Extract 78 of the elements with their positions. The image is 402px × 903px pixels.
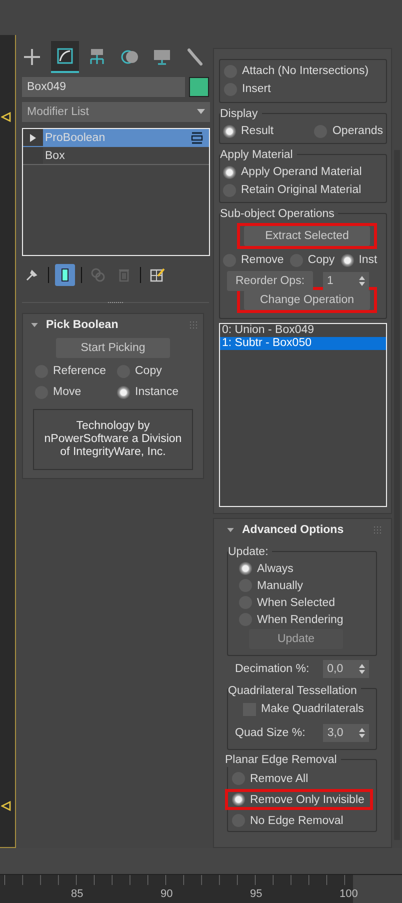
stack-item[interactable]: Box — [23, 147, 209, 165]
field-label: Decimation %: — [235, 663, 310, 675]
radio-button[interactable] — [223, 166, 236, 178]
tick-label: 85 — [71, 888, 84, 900]
curve-frame-icon — [54, 46, 75, 66]
splitter-grip-icon[interactable] — [108, 301, 124, 304]
spinner-field[interactable]: 1 — [323, 272, 369, 290]
group-title: Planar Edge Removal — [225, 753, 341, 767]
radio-label: Operands — [332, 125, 383, 137]
radio-label: Apply Operand Material — [241, 166, 362, 178]
radio-label: Copy — [135, 365, 162, 377]
spinner-field[interactable]: 0,0 — [323, 660, 370, 678]
radio-label: Insert — [242, 83, 271, 95]
radio-label: Always — [257, 562, 294, 574]
pin-icon — [24, 267, 40, 283]
radio-button[interactable] — [117, 386, 130, 398]
radio-label: Instance — [135, 386, 178, 398]
radio-button[interactable] — [340, 254, 354, 266]
drag-grip-icon[interactable] — [373, 526, 381, 534]
operand-item[interactable]: 0: Union - Box049 — [220, 324, 386, 337]
object-color-swatch[interactable] — [189, 77, 209, 97]
start-picking-button[interactable]: Start Picking — [56, 338, 170, 358]
object-name-field[interactable]: Box049 — [22, 77, 185, 97]
extract-selected-button[interactable]: Extract Selected — [244, 226, 370, 246]
tick-label: 95 — [250, 888, 264, 900]
radio-label: When Selected — [257, 596, 335, 608]
field-label: Quad Size %: — [235, 727, 306, 739]
group-title: Apply Material — [220, 148, 297, 162]
group-title: Sub-object Operations — [220, 207, 338, 221]
collapse-arrow-icon[interactable] — [31, 322, 38, 328]
caret-icon — [197, 109, 205, 115]
radio-label: Move — [53, 386, 82, 398]
radio-button[interactable] — [232, 793, 245, 806]
radio-label: Result — [241, 125, 274, 137]
radio-label: Remove Only Invisible — [250, 794, 364, 806]
radio-label: When Rendering — [257, 614, 344, 626]
trash-icon — [116, 267, 132, 283]
stack-modifier-icon — [191, 132, 203, 144]
modifier-list-dropdown[interactable]: Modifier List — [22, 102, 210, 122]
radio-label: Manually — [257, 580, 304, 592]
spinner-arrows-icon[interactable] — [359, 728, 366, 738]
radio-label: Reference — [53, 365, 106, 377]
drag-grip-icon[interactable] — [189, 321, 197, 329]
radio-label: Attach (No Intersections) — [242, 65, 369, 77]
spinner-field[interactable]: 3,0 — [323, 724, 370, 742]
stack-tool-button[interactable] — [55, 264, 75, 286]
plus-icon — [22, 47, 42, 67]
monitor-icon — [152, 47, 172, 67]
radio-label: Copy — [308, 254, 335, 266]
radio-label: Remove — [241, 254, 284, 266]
change-operation-button[interactable]: Change Operation — [244, 290, 370, 310]
viewport-marker-icon — [1, 801, 11, 811]
reorder-ops-button[interactable]: Reorder Ops: — [227, 271, 313, 291]
operand-item[interactable]: 1: Subtr - Box050 — [220, 337, 386, 350]
linked-circles-icon — [90, 267, 106, 283]
viewport-marker-icon — [1, 112, 11, 122]
grid-pencil-icon — [149, 267, 165, 283]
rollout-title[interactable]: Pick Boolean — [46, 319, 181, 331]
radio-label: Remove All — [250, 772, 308, 784]
rollout-title[interactable]: Advanced Options — [242, 524, 365, 536]
radio-button[interactable] — [223, 124, 236, 138]
radio-label: Inst — [358, 254, 378, 266]
spinner-arrows-icon[interactable] — [359, 664, 366, 674]
group-title: Display — [220, 107, 262, 121]
collapse-arrow-icon[interactable] — [227, 528, 234, 532]
stack-item[interactable]: ProBoolean — [23, 129, 209, 147]
tick-label: 90 — [160, 888, 174, 900]
radio-label: No Edge Removal — [250, 814, 344, 826]
expand-arrow-icon[interactable] — [30, 134, 36, 142]
spinner-arrows-icon[interactable] — [359, 276, 365, 286]
panel-tab[interactable] — [50, 41, 79, 73]
group-title: Update: — [228, 545, 272, 559]
radio-label: Retain Original Material — [241, 184, 362, 196]
group-title: Quadrilateral Tessellation — [228, 684, 361, 698]
credit-text: Technology by nPowerSoftware a Division of IntegrityWare, Inc. — [33, 409, 193, 470]
radio-button[interactable] — [239, 562, 252, 575]
tick-label: 100 — [340, 888, 359, 900]
checkbox-label: Make Quadrilaterals — [261, 703, 364, 715]
